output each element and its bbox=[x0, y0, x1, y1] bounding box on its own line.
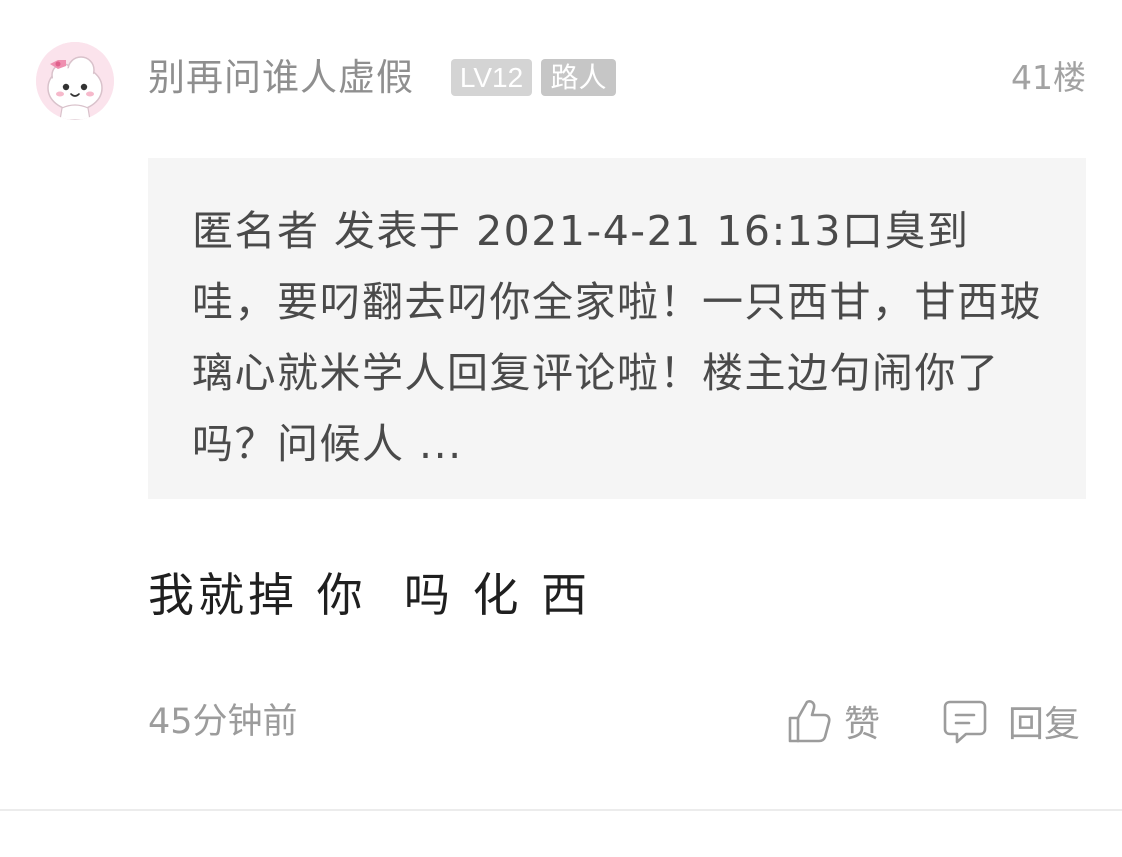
floor-number: 41楼 bbox=[1011, 58, 1086, 97]
reply-label: 回复 bbox=[1008, 704, 1081, 745]
like-label: 赞 bbox=[844, 704, 881, 745]
quoted-comment-text: 匿名者 发表于 2021-4-21 16:13口臭到哇，要叼翻去叼你全家啦！一只… bbox=[192, 207, 1042, 468]
like-button[interactable]: 赞 bbox=[786, 694, 880, 748]
avatar[interactable] bbox=[36, 42, 114, 120]
reply-button[interactable]: 回复 bbox=[942, 694, 1080, 748]
comment-bubble-icon bbox=[942, 697, 988, 745]
cartoon-avatar-icon bbox=[36, 42, 114, 120]
comment-text: 我就掉 你 吗 化 西 bbox=[148, 568, 592, 622]
quoted-comment[interactable]: 匿名者 发表于 2021-4-21 16:13口臭到哇，要叼翻去叼你全家啦！一只… bbox=[148, 158, 1086, 499]
divider bbox=[0, 809, 1122, 811]
username[interactable]: 别再问谁人虚假 bbox=[148, 56, 414, 100]
role-badge: 路人 bbox=[541, 59, 616, 96]
level-badge: LV12 bbox=[451, 59, 532, 96]
comment-time: 45分钟前 bbox=[148, 702, 298, 742]
thumbs-up-icon bbox=[786, 697, 832, 745]
